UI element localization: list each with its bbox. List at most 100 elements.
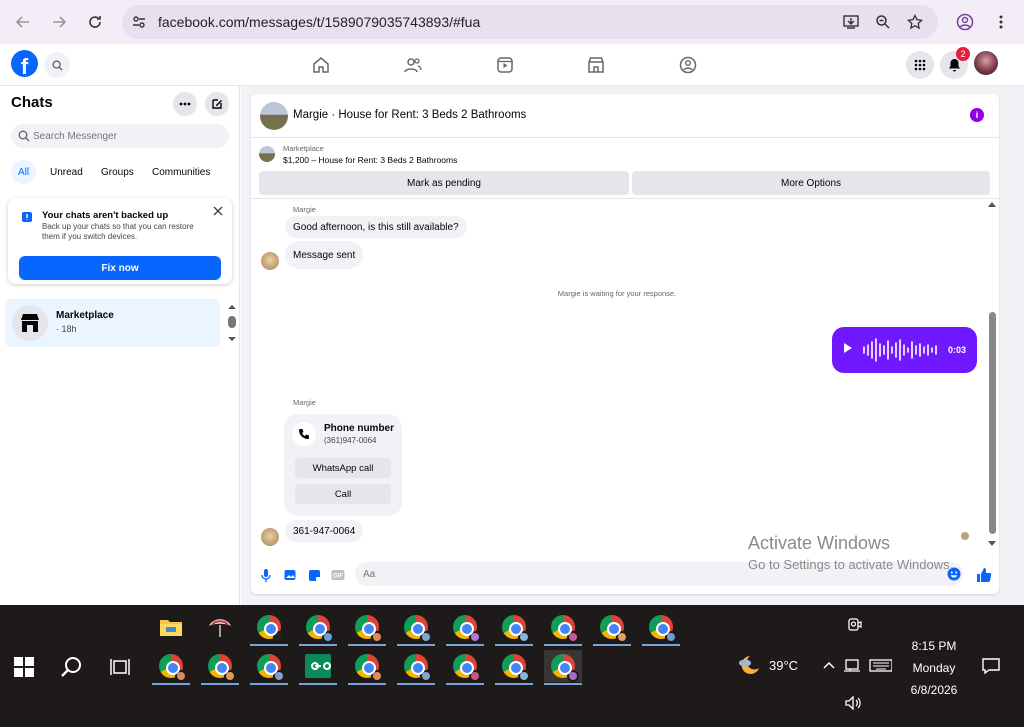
avatar[interactable] xyxy=(974,51,998,75)
chrome-icon[interactable] xyxy=(397,650,435,685)
clock-date: 6/8/2026 xyxy=(910,683,958,697)
message-bubble[interactable]: 361-947-0064 xyxy=(285,520,364,542)
chrome-icon[interactable] xyxy=(495,650,533,685)
facebook-logo[interactable]: f xyxy=(11,50,38,77)
chrome-icon[interactable] xyxy=(348,611,386,646)
system-tray[interactable] xyxy=(822,657,893,676)
menu-icon[interactable] xyxy=(990,11,1012,33)
avatar[interactable] xyxy=(261,528,279,546)
mark-as-pending-button[interactable]: Mark as pending xyxy=(259,171,629,195)
voice-message[interactable]: 0:03 xyxy=(832,327,977,373)
call-button[interactable]: Call xyxy=(295,484,391,504)
fix-now-button[interactable]: Fix now xyxy=(19,256,221,280)
avatar[interactable] xyxy=(261,252,279,270)
search-messenger[interactable] xyxy=(11,124,229,148)
notification-center-icon[interactable] xyxy=(982,657,1000,675)
marketplace-icon xyxy=(12,305,48,341)
file-explorer-icon[interactable] xyxy=(152,611,190,643)
message-bubble[interactable]: Good afternoon, is this still available? xyxy=(285,216,467,238)
marketplace-label: Marketplace xyxy=(283,144,324,153)
conversation-marketplace[interactable]: Marketplace · 18h xyxy=(5,299,220,347)
weather-moon-icon[interactable] xyxy=(736,653,762,679)
chrome-icon[interactable] xyxy=(348,650,386,685)
play-icon[interactable] xyxy=(844,343,852,353)
site-settings-icon[interactable] xyxy=(130,13,148,31)
chrome-icon[interactable] xyxy=(495,611,533,646)
chrome-icon[interactable] xyxy=(250,611,288,646)
chrome-icon[interactable] xyxy=(446,611,484,646)
chrome-icon[interactable] xyxy=(299,611,337,646)
svg-text:GIF: GIF xyxy=(333,574,343,580)
filter-groups[interactable]: Groups xyxy=(94,160,141,184)
menu-grid-icon[interactable] xyxy=(906,51,934,79)
sticker-icon[interactable] xyxy=(307,568,321,582)
chrome-icon[interactable] xyxy=(152,650,190,685)
app-infinity-icon[interactable] xyxy=(299,650,337,685)
sender-name: Margie xyxy=(293,205,316,214)
address-bar[interactable]: facebook.com/messages/t/1589079035743893… xyxy=(122,5,938,39)
app-icon[interactable] xyxy=(201,611,239,643)
more-options-button[interactable]: More Options xyxy=(632,171,990,195)
scrollbar[interactable] xyxy=(987,202,997,546)
chrome-icon[interactable] xyxy=(446,650,484,685)
url-text[interactable]: facebook.com/messages/t/1589079035743893… xyxy=(158,14,480,30)
forward-icon[interactable] xyxy=(48,11,70,33)
filter-unread[interactable]: Unread xyxy=(43,160,90,184)
filter-communities[interactable]: Communities xyxy=(145,160,217,184)
temperature[interactable]: 39°C xyxy=(769,658,798,673)
volume-icon[interactable] xyxy=(845,695,861,713)
chrome-icon[interactable] xyxy=(397,611,435,646)
star-icon[interactable] xyxy=(906,13,924,31)
reload-icon[interactable] xyxy=(84,11,106,33)
conversation-name: Marketplace xyxy=(56,310,114,321)
chrome-icon[interactable] xyxy=(250,650,288,685)
browser-toolbar: facebook.com/messages/t/1589079035743893… xyxy=(0,0,1024,44)
emoji-icon[interactable] xyxy=(947,567,961,581)
zoom-icon[interactable] xyxy=(874,13,892,31)
chat-title[interactable]: Margie · House for Rent: 3 Beds 2 Bathro… xyxy=(293,109,526,121)
search-input[interactable] xyxy=(33,124,223,148)
microphone-icon[interactable] xyxy=(259,568,273,582)
listing-thumbnail[interactable] xyxy=(259,146,275,162)
camera-icon[interactable] xyxy=(846,617,862,633)
message-input[interactable] xyxy=(363,562,923,586)
close-icon[interactable] xyxy=(213,205,225,217)
install-icon[interactable] xyxy=(842,13,860,31)
page-title: Chats xyxy=(11,94,53,111)
search-icon[interactable] xyxy=(44,52,70,78)
groups-icon[interactable] xyxy=(677,54,699,76)
chrome-icon[interactable] xyxy=(544,611,582,646)
thumbs-up-icon[interactable] xyxy=(975,566,993,584)
scroll-thumb[interactable] xyxy=(989,312,996,534)
new-message-icon[interactable] xyxy=(205,92,229,116)
message-composer: GIF xyxy=(251,558,999,592)
listing-title[interactable]: $1,200 – House for Rent: 3 Beds 2 Bathro… xyxy=(283,155,457,165)
video-icon[interactable] xyxy=(494,54,516,76)
conversation-time: · 18h xyxy=(56,324,77,334)
chrome-icon[interactable] xyxy=(201,650,239,685)
info-icon[interactable]: i xyxy=(970,108,984,122)
gif-icon[interactable]: GIF xyxy=(331,568,345,582)
windows-start-icon[interactable] xyxy=(14,657,34,677)
friends-icon[interactable] xyxy=(402,54,424,76)
chrome-icon[interactable] xyxy=(544,650,582,685)
more-options-icon[interactable] xyxy=(173,92,197,116)
home-icon[interactable] xyxy=(310,54,332,76)
clock-day: Monday xyxy=(912,661,956,675)
task-view-icon[interactable] xyxy=(108,655,132,679)
read-receipt-avatar xyxy=(961,532,969,540)
back-icon[interactable] xyxy=(12,11,34,33)
whatsapp-call-button[interactable]: WhatsApp call xyxy=(295,458,391,478)
chrome-icon[interactable] xyxy=(642,611,680,646)
marketplace-icon[interactable] xyxy=(585,54,607,76)
avatar[interactable] xyxy=(260,102,288,130)
photo-icon[interactable] xyxy=(283,568,297,582)
scrollbar[interactable] xyxy=(226,303,238,343)
filter-all[interactable]: All xyxy=(11,160,37,184)
message-input-box[interactable] xyxy=(355,562,963,586)
clock[interactable]: 8:15 PM Monday 6/8/2026 xyxy=(904,635,964,701)
search-icon[interactable] xyxy=(60,655,84,679)
message-bubble[interactable]: Message sent xyxy=(285,241,364,269)
chrome-icon[interactable] xyxy=(593,611,631,646)
profile-icon[interactable] xyxy=(954,11,976,33)
